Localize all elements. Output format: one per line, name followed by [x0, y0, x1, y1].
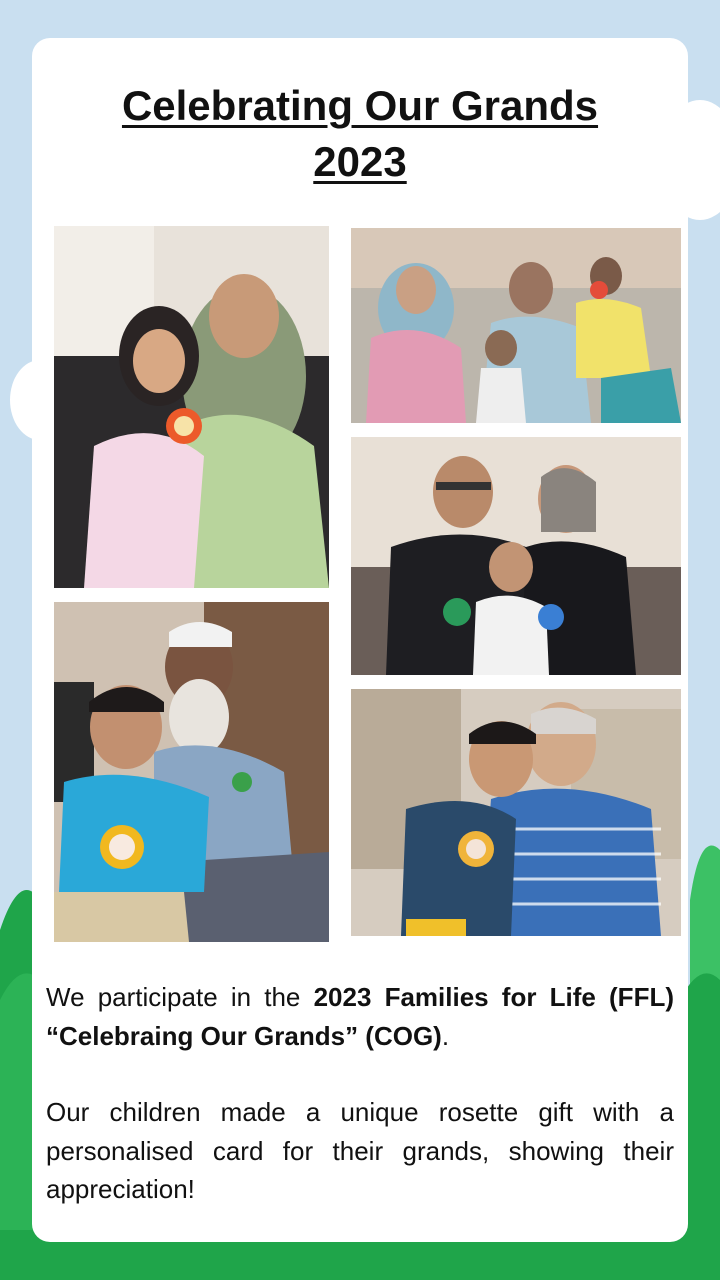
- description-text: We participate in the 2023 Families for …: [46, 978, 674, 1247]
- paragraph-rosette-gift: Our children made a unique rosette gift …: [46, 1097, 674, 1204]
- title-line-2: 2023: [313, 138, 407, 185]
- p1-period: .: [441, 1020, 450, 1051]
- title-line-1: Celebrating Our Grands: [121, 82, 599, 129]
- photo-grandparents-couple-with-boy: [351, 437, 681, 675]
- photo-grandmother-with-girl: [54, 226, 329, 588]
- photo-grandfather-striped-shirt-with-boy: [351, 689, 681, 936]
- page-title: Celebrating Our Grands 2023: [0, 78, 720, 190]
- photo-grandparents-with-boys: [351, 228, 681, 423]
- paragraph-participation: We participate in the 2023 Families for …: [46, 978, 674, 1055]
- photo-grandfather-with-boy-in-blue: [54, 602, 329, 942]
- p1-intro: We participate in the: [46, 982, 314, 1012]
